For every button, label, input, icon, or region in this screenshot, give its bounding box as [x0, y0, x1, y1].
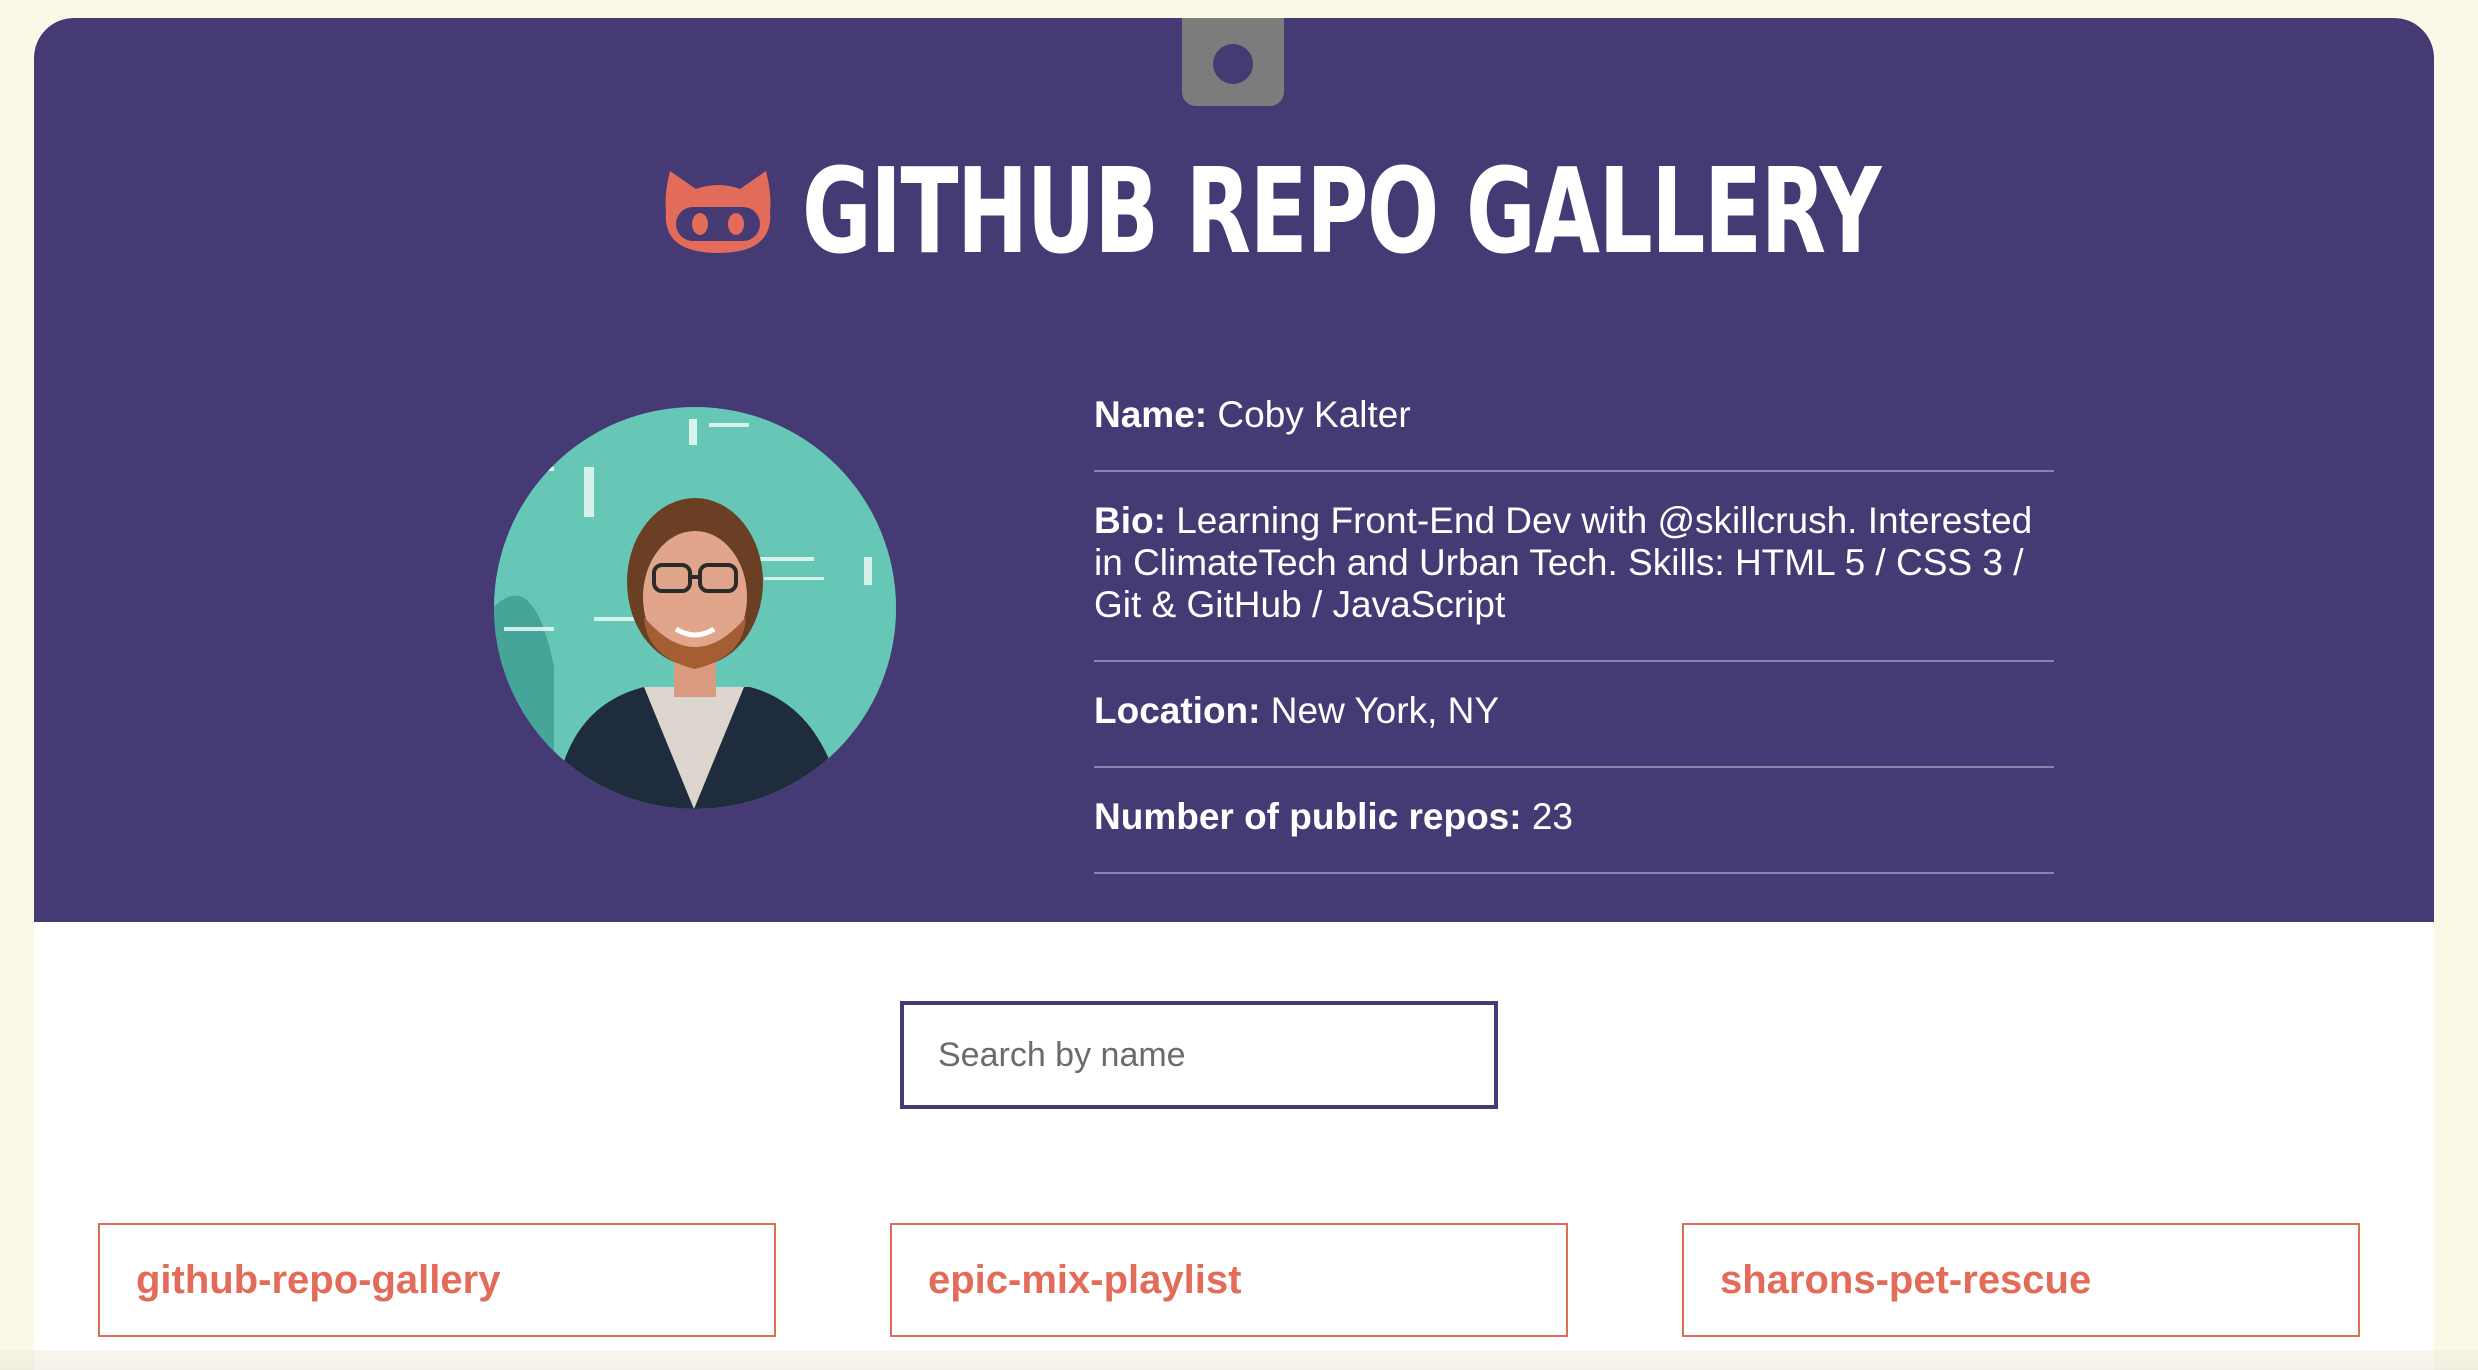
repo-name[interactable]: github-repo-gallery [136, 1258, 500, 1303]
profile-bio-row: Bio: Learning Front-End Dev with @skillc… [1094, 472, 2054, 662]
profile-repos-row: Number of public repos: 23 [1094, 768, 2054, 874]
binder-hole-icon [1213, 44, 1253, 84]
repo-list: github-repo-gallery epic-mix-playlist sh… [98, 1223, 2370, 1337]
search-input[interactable] [904, 1005, 1494, 1105]
repos-count-label: Number of public repos: [1094, 796, 1522, 837]
repo-card[interactable]: github-repo-gallery [98, 1223, 776, 1337]
octocat-icon [662, 165, 774, 257]
repo-card[interactable]: epic-mix-playlist [890, 1223, 1568, 1337]
profile-info: Name: Coby Kalter Bio: Learning Front-En… [1094, 366, 2054, 874]
location-label: Location: [1094, 690, 1261, 731]
profile-header: GITHUB REPO GALLERY Name: Coby Kalter Bi… [34, 18, 2434, 922]
repos-count-value: 23 [1531, 796, 1574, 837]
page-title: GITHUB REPO GALLERY [802, 142, 1881, 280]
title-row: GITHUB REPO GALLERY [662, 136, 2299, 286]
repo-card[interactable]: sharons-pet-rescue [1682, 1223, 2360, 1337]
gallery-card: GITHUB REPO GALLERY Name: Coby Kalter Bi… [34, 18, 2434, 1370]
name-value: Coby Kalter [1217, 394, 1411, 435]
profile-name-row: Name: Coby Kalter [1094, 366, 2054, 472]
bio-value: Learning Front-End Dev with @skillcrush.… [1094, 500, 2033, 625]
name-label: Name: [1094, 394, 1208, 435]
profile-location-row: Location: New York, NY [1094, 662, 2054, 768]
bio-label: Bio: [1094, 500, 1166, 541]
repo-name[interactable]: sharons-pet-rescue [1720, 1258, 2091, 1303]
location-value: New York, NY [1270, 690, 1500, 731]
page-bottom-edge [0, 1350, 2478, 1370]
avatar [494, 407, 896, 809]
binder-tab [1182, 18, 1284, 106]
search-box [900, 1001, 1498, 1109]
repo-name[interactable]: epic-mix-playlist [928, 1258, 1241, 1303]
